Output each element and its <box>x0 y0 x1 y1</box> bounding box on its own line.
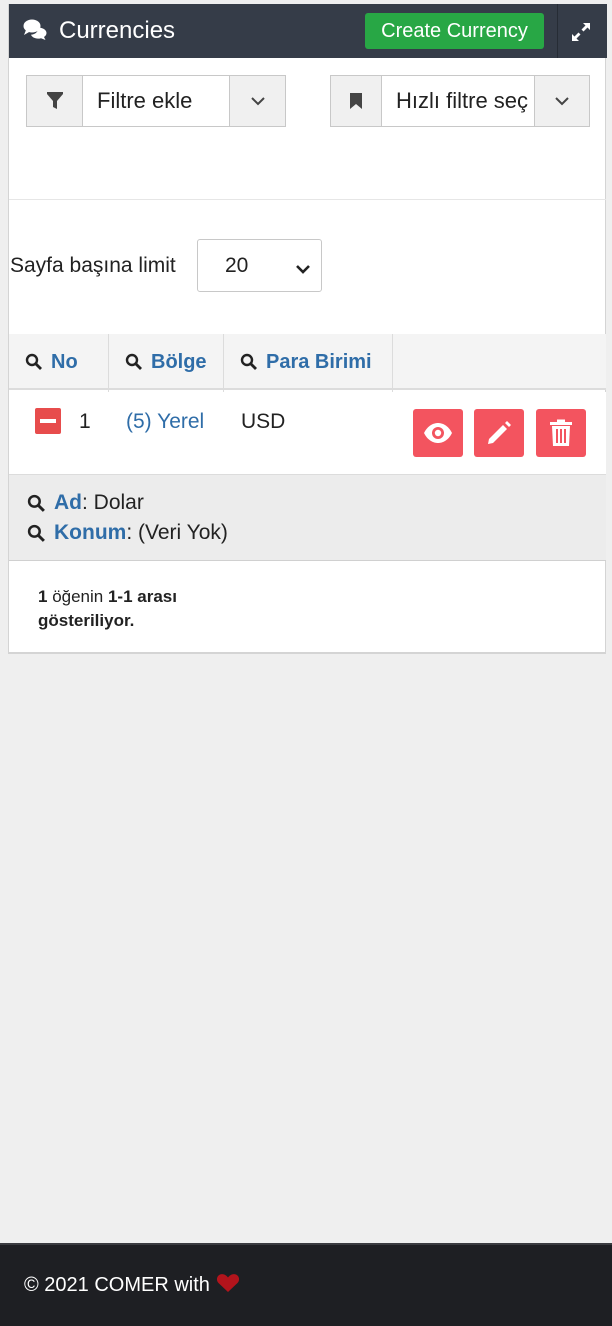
detail-name: Ad: Dolar <box>27 491 144 515</box>
trash-icon <box>550 419 572 446</box>
view-button[interactable] <box>413 409 463 457</box>
collapse-row-icon[interactable] <box>35 408 61 434</box>
summary-range: 1-1 arası <box>107 587 177 606</box>
detail-location-value: : (Veri Yok) <box>126 521 228 544</box>
copyright-text: © 2021 COMER with <box>24 1274 210 1296</box>
column-header-region[interactable]: Bölge <box>125 334 207 390</box>
search-icon <box>25 353 42 370</box>
page-limit-value: 20 <box>225 253 249 277</box>
table-row: 1 (5) Yerel USD <box>9 392 606 475</box>
page-title: Currencies <box>59 17 176 44</box>
edit-button[interactable] <box>474 409 524 457</box>
section-divider <box>9 199 606 200</box>
eye-icon <box>424 423 452 443</box>
column-header-no[interactable]: No <box>25 334 78 390</box>
pencil-icon <box>488 421 511 444</box>
page-limit-label: Sayfa başına limit <box>10 254 176 277</box>
column-label: Bölge <box>151 350 207 373</box>
search-icon <box>27 524 45 542</box>
summary-tail: gösteriliyor. <box>38 611 135 630</box>
add-filter-dropdown[interactable]: Filtre ekle <box>26 75 286 127</box>
row-detail: Ad: Dolar Konum: (Veri Yok) <box>9 475 606 561</box>
column-label: No <box>51 350 78 373</box>
add-filter-label: Filtre ekle <box>97 88 193 113</box>
chevron-down-icon <box>295 257 311 281</box>
chevron-down-icon[interactable] <box>229 76 285 126</box>
search-icon <box>240 353 257 370</box>
chevron-down-icon[interactable] <box>534 76 589 126</box>
delete-button[interactable] <box>536 409 586 457</box>
detail-name-value: : Dolar <box>82 491 144 514</box>
header-divider <box>557 4 558 58</box>
table-header: No Bölge Para Birimi <box>9 334 606 390</box>
page-limit-select[interactable]: 20 <box>197 239 322 292</box>
expand-icon[interactable] <box>565 16 597 48</box>
filter-icon <box>27 76 83 126</box>
quick-filter-label: Hızlı filtre seç <box>396 88 529 113</box>
comments-icon <box>23 18 47 45</box>
region-link[interactable]: (5) Yerel <box>126 410 204 434</box>
panel-title-group: Currencies <box>9 17 175 45</box>
heart-icon <box>216 1273 240 1298</box>
panel-header: Currencies Create Currency <box>9 4 607 58</box>
search-icon <box>125 353 142 370</box>
detail-location-key[interactable]: Konum <box>54 521 126 545</box>
column-header-currency[interactable]: Para Birimi <box>240 334 372 390</box>
quick-filter-dropdown[interactable]: Hızlı filtre seç <box>330 75 590 127</box>
currencies-panel: Currencies Create Currency Filtre ekle H… <box>8 4 607 654</box>
pagination-summary: 1 öğenin 1-1 arası gösteriliyor. <box>38 585 238 633</box>
column-label: Para Birimi <box>266 350 372 373</box>
cell-currency: USD <box>241 410 286 433</box>
detail-location: Konum: (Veri Yok) <box>27 521 228 545</box>
search-icon <box>27 494 45 512</box>
create-currency-button[interactable]: Create Currency <box>365 13 544 49</box>
footer: © 2021 COMER with <box>0 1243 612 1326</box>
bookmark-icon <box>331 76 382 126</box>
cell-no: 1 <box>79 410 91 433</box>
summary-mid: öğenin <box>47 587 108 606</box>
detail-name-key[interactable]: Ad <box>54 491 82 515</box>
